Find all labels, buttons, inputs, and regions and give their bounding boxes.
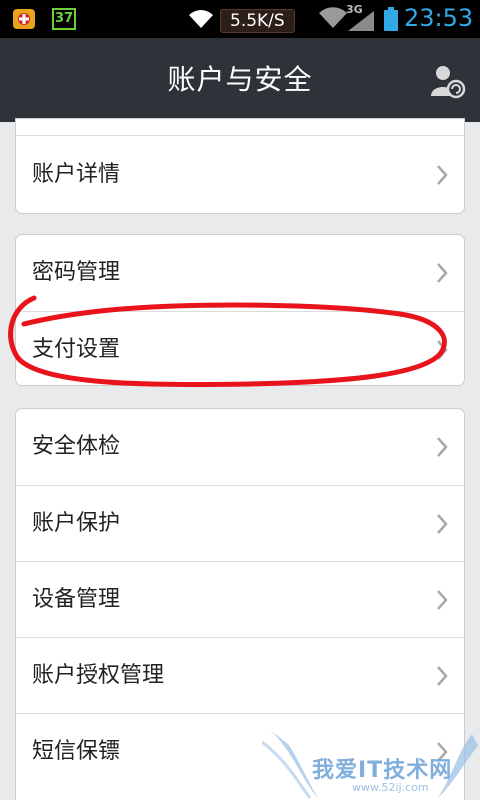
chevron-right-icon xyxy=(437,340,448,360)
menu-item-account-protection[interactable]: 账户保护 xyxy=(16,485,464,561)
chevron-right-icon xyxy=(437,590,448,610)
network-speed: 5.5K/S xyxy=(220,9,295,33)
menu-item-security-check[interactable]: 安全体检 xyxy=(16,409,464,485)
settings-group-account: 账户详情 xyxy=(15,118,465,214)
notification-badge: 37 xyxy=(52,8,76,30)
menu-item-label: 支付设置 xyxy=(32,337,121,362)
status-time: 23:53 xyxy=(404,4,474,32)
menu-item-label: 密码管理 xyxy=(32,260,121,285)
status-bar: 37 5.5K/S 3G 23:53 xyxy=(0,0,480,38)
menu-item-label: 账户保护 xyxy=(32,511,121,536)
menu-item-device-management[interactable]: 设备管理 xyxy=(16,561,464,637)
chevron-right-icon xyxy=(437,514,448,534)
chevron-right-icon xyxy=(437,666,448,686)
menu-item-label: 账户授权管理 xyxy=(32,663,165,688)
settings-group-password: 密码管理 支付设置 xyxy=(15,234,465,386)
chevron-right-icon xyxy=(437,263,448,283)
battery-icon xyxy=(384,7,398,31)
menu-item-label: 设备管理 xyxy=(32,587,121,612)
signal-icon xyxy=(348,11,374,31)
menu-item-label: 短信保镖 xyxy=(32,739,121,764)
settings-group-security: 安全体检 账户保护 设备管理 账户授权管理 短信保镖 xyxy=(15,408,465,800)
menu-item-account-authorization[interactable]: 账户授权管理 xyxy=(16,637,464,713)
wifi-icon xyxy=(319,7,347,28)
menu-item-account-details[interactable]: 账户详情 xyxy=(16,137,464,213)
row-divider xyxy=(16,135,464,136)
wifi-icon xyxy=(189,10,213,28)
app-notification-icon xyxy=(13,9,35,29)
menu-item-payment-settings[interactable]: 支付设置 xyxy=(16,311,464,385)
switch-account-icon[interactable] xyxy=(428,62,466,100)
watermark-text: 我爱IT技术网 xyxy=(312,758,453,783)
chevron-right-icon xyxy=(437,165,448,185)
chevron-right-icon xyxy=(437,437,448,457)
menu-item-label: 账户详情 xyxy=(32,162,121,187)
page-title: 账户与安全 xyxy=(167,63,313,96)
menu-item-password-management[interactable]: 密码管理 xyxy=(16,235,464,311)
title-bar: 账户与安全 xyxy=(0,38,480,122)
menu-item-label: 安全体检 xyxy=(32,434,121,459)
watermark-url: www.52ij.com xyxy=(352,781,429,794)
